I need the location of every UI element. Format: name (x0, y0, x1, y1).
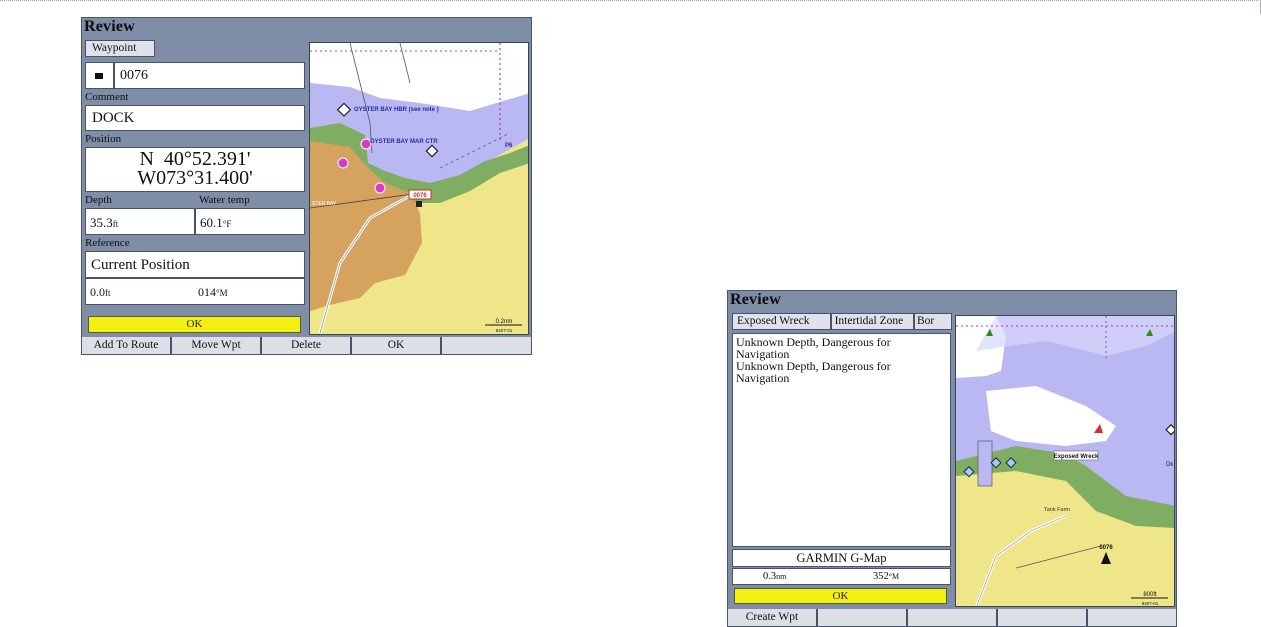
position-field[interactable]: N 40°52.391' W073°31.400' (85, 147, 305, 192)
softkey-empty[interactable] (908, 609, 998, 626)
softkey-empty[interactable] (1088, 609, 1176, 626)
softkey-empty[interactable] (818, 609, 908, 626)
bearing-unit: °M (888, 572, 900, 581)
map-label-oyster-bay-mar: OYSTER BAY MAR CTR (370, 139, 438, 145)
map-label-p6: P6 (505, 143, 513, 149)
softkey-bar: Add To Route Move Wpt Delete OK (82, 337, 531, 354)
waypoint-symbol-button[interactable] (85, 62, 114, 89)
depth-field: 35.3ft (85, 208, 195, 235)
softkey-ok[interactable]: OK (352, 337, 442, 354)
water-temp-value: 60.1 (200, 215, 223, 230)
softkey-bar: Create Wpt (728, 609, 1176, 626)
feature-tabs: Exposed Wreck Intertidal Zone Bor (732, 313, 952, 330)
bearing-value: 352 (873, 571, 889, 582)
map-scale-id: 9407-01 (1142, 601, 1159, 606)
softkey-move-wpt[interactable]: Move Wpt (172, 337, 262, 354)
waypoint-name-field[interactable]: 0076 (114, 62, 305, 89)
softkey-empty[interactable] (998, 609, 1088, 626)
waypoint-square-icon (95, 73, 103, 79)
softkey-create-wpt[interactable]: Create Wpt (728, 609, 818, 626)
water-temp-label: Water temp (199, 194, 250, 206)
review-screen-chart-feature: Review Exposed Wreck Intertidal Zone Bor… (727, 290, 1177, 627)
distance-unit: nm (776, 572, 787, 581)
depth-unit: ft (112, 219, 119, 229)
distance-unit: ft (105, 288, 111, 298)
reference-label: Reference (85, 237, 130, 249)
position-label: Position (85, 133, 122, 145)
feature-info-box: Unknown Depth, Dangerous for Navigation … (732, 333, 951, 547)
tab-intertidal-zone[interactable]: Intertidal Zone (830, 313, 914, 330)
distance-bearing-row: 0.3nm 352°M (732, 568, 951, 585)
map-label-oyster-bay: STER BAY (312, 201, 337, 207)
depth-label: Depth (85, 194, 112, 206)
softkey-empty[interactable] (442, 337, 531, 354)
depth-value: 35.3 (90, 215, 113, 230)
map-scale-id: 9407-01 (496, 328, 513, 333)
page-rule (0, 0, 1261, 6)
chart-map[interactable]: 0076 OYSTER BAY HBR (see note ) OYSTER B… (309, 42, 529, 335)
page-title: Review (84, 18, 135, 35)
map-scale-value: 800ft (1143, 592, 1157, 598)
softkey-delete[interactable]: Delete (262, 337, 352, 354)
ok-button[interactable]: OK (88, 316, 301, 333)
info-line: Unknown Depth, Dangerous for Navigation (736, 335, 891, 361)
map-label-exposed-wreck: Exposed Wreck (1054, 454, 1099, 460)
tab-exposed-wreck[interactable]: Exposed Wreck (732, 313, 831, 330)
chart-map[interactable]: Exposed Wreck 0076 Tank Farm Dk 800ft 94… (955, 315, 1175, 607)
map-scale-value: 0.2nm (496, 319, 513, 325)
reference-field[interactable]: Current Position (85, 251, 305, 278)
ok-button[interactable]: OK (734, 588, 947, 604)
position-longitude: W073°31.400' (137, 167, 253, 189)
map-label-oyster-bay-hbr: OYSTER BAY HBR (see note ) (354, 107, 439, 113)
map-label-0076: 0076 (1099, 545, 1113, 551)
softkey-add-to-route[interactable]: Add To Route (82, 337, 172, 354)
tab-bor[interactable]: Bor (913, 313, 952, 330)
bearing-unit: °M (216, 288, 228, 298)
water-temp-unit: °F (222, 219, 232, 229)
info-line: Unknown Depth, Dangerous for Navigation (736, 359, 891, 385)
distance-value: 0.3 (763, 571, 777, 582)
page-title: Review (730, 291, 781, 308)
review-screen-waypoint: Review Waypoint 0076 Comment DOCK Positi… (81, 17, 532, 355)
map-label-dk: Dk (1166, 462, 1174, 468)
data-source-field: GARMIN G-Map (732, 549, 951, 567)
distance-bearing-row: 0.0ft 014°M (85, 278, 305, 305)
map-label-tank-farm: Tank Farm (1044, 507, 1070, 513)
map-label-0076: 0076 (413, 193, 427, 199)
comment-label: Comment (85, 91, 129, 103)
water-temp-field: 60.1°F (195, 208, 305, 235)
tab-waypoint[interactable]: Waypoint (85, 40, 155, 57)
comment-field[interactable]: DOCK (85, 105, 305, 131)
bearing-value: 014 (198, 285, 216, 299)
distance-value: 0.0 (90, 285, 105, 299)
